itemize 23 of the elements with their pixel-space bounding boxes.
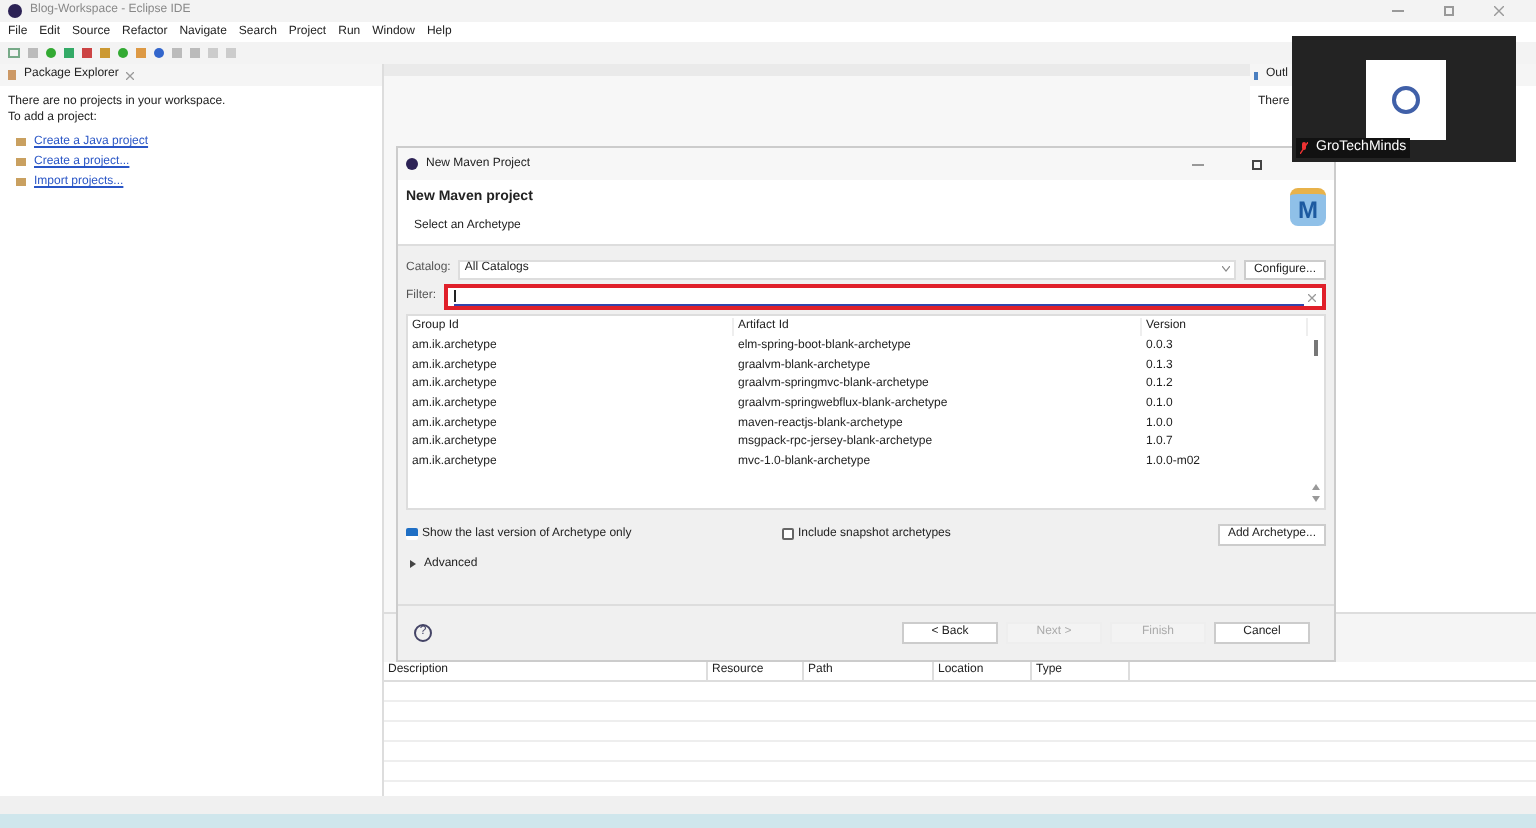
project-icon (16, 158, 26, 166)
close-icon[interactable] (1494, 6, 1504, 16)
chevron-icon (1221, 266, 1230, 272)
expand-arrow-icon[interactable] (410, 560, 416, 568)
text-cursor (454, 290, 456, 302)
checkbox[interactable] (782, 528, 794, 540)
project-icon (16, 138, 26, 146)
close-icon[interactable] (126, 71, 135, 79)
filter-field[interactable] (444, 284, 1326, 310)
project-icon (16, 178, 26, 186)
maximize-icon[interactable] (1252, 159, 1262, 169)
scroll-down-icon[interactable] (1312, 496, 1320, 502)
package-icon (8, 70, 16, 80)
eclipse-logo-icon (8, 4, 22, 18)
minimize-icon[interactable] (1192, 163, 1204, 165)
scroll-up-icon[interactable] (1312, 484, 1320, 490)
maven-logo-icon: M (1290, 188, 1326, 226)
outline-icon (1254, 71, 1262, 79)
toolbar-icons-drawing[interactable] (8, 48, 236, 58)
clear-icon[interactable] (1308, 293, 1316, 301)
muted-mic-icon (1300, 141, 1308, 154)
restore-icon[interactable] (1444, 6, 1454, 16)
eclipse-logo-icon (406, 158, 418, 170)
